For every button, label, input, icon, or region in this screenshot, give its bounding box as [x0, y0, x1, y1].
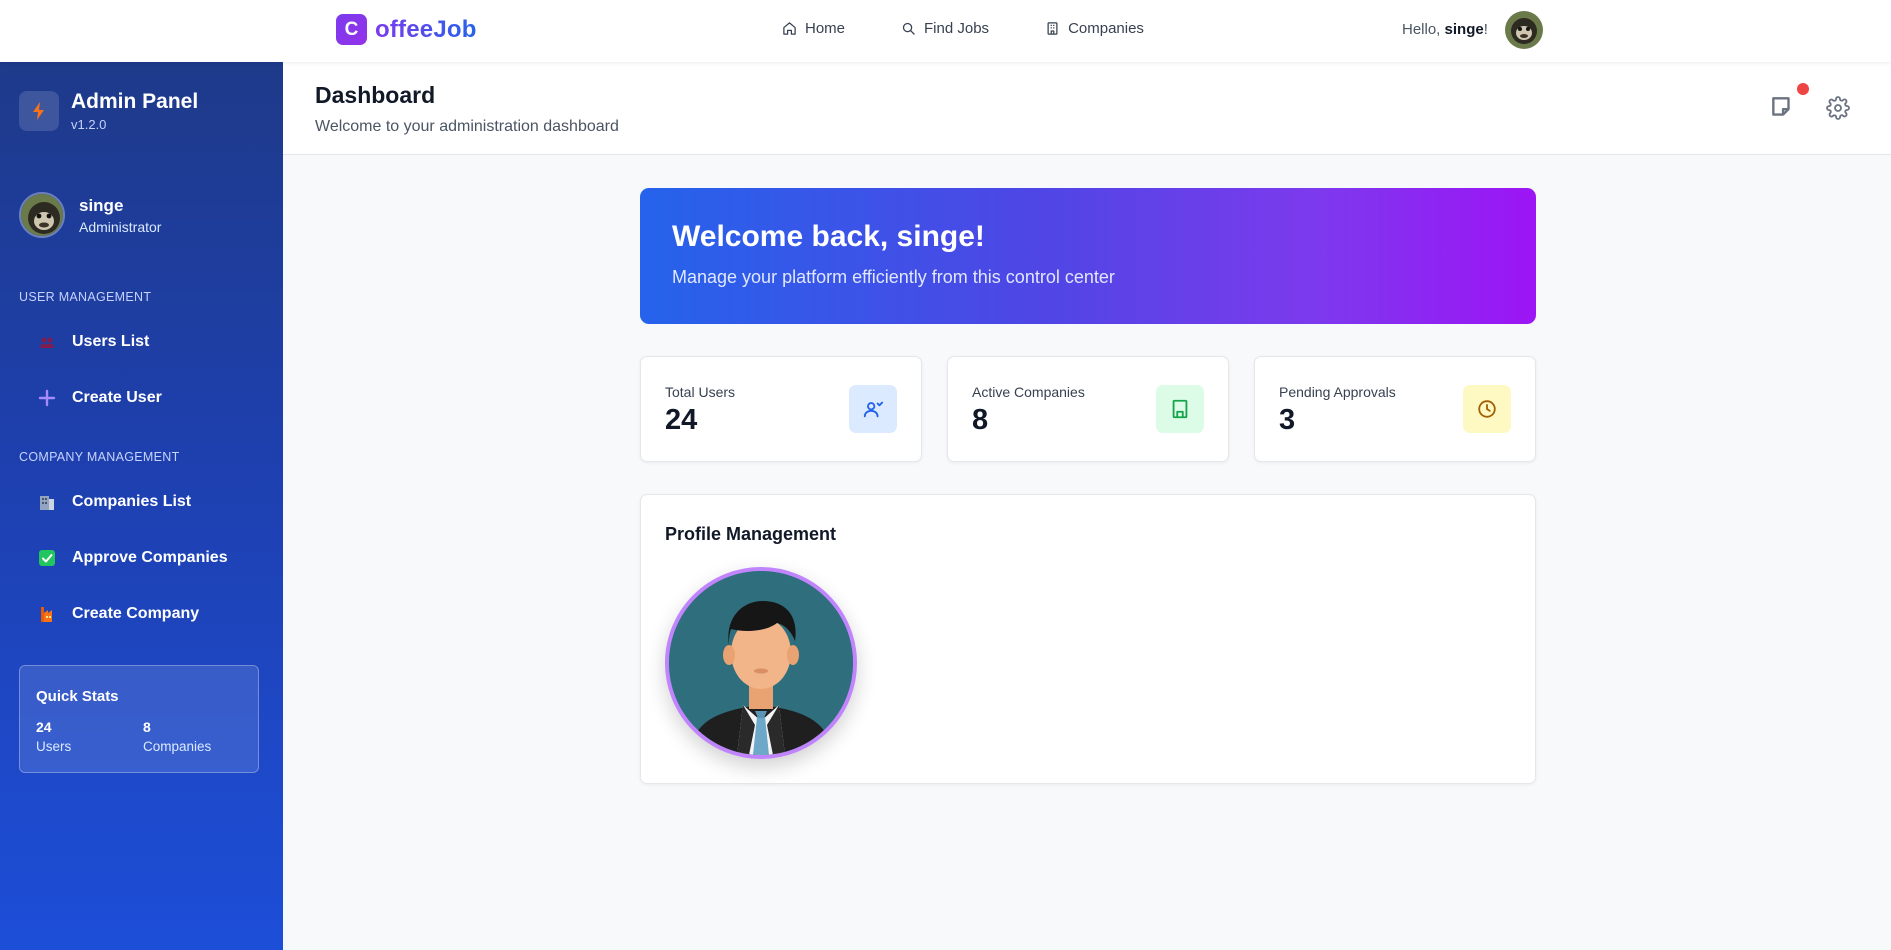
- nav-find-jobs[interactable]: Find Jobs: [901, 20, 989, 37]
- building-icon: [1047, 22, 1058, 35]
- sidebar-item-create-company[interactable]: Create Company: [38, 605, 199, 623]
- stat-card-pending-approvals[interactable]: Pending Approvals 3: [1254, 356, 1536, 462]
- gear-icon[interactable]: [1826, 96, 1850, 120]
- profile-management-card: Profile Management: [640, 494, 1536, 784]
- stat-card-total-users[interactable]: Total Users 24: [640, 356, 922, 462]
- page-header: Dashboard Welcome to your administration…: [283, 62, 1891, 155]
- sidebar-item-create-user[interactable]: Create User: [38, 389, 162, 407]
- quick-stats-companies-label: Companies: [143, 739, 212, 754]
- nav-find-jobs-label: Find Jobs: [924, 20, 990, 37]
- quick-stats-users-label: Users: [36, 739, 72, 754]
- users-icon: [849, 385, 897, 433]
- people-icon: [38, 333, 56, 351]
- page-subtitle: Welcome to your administration dashboard: [315, 118, 619, 135]
- brand-name: offeeJob: [375, 15, 477, 43]
- sidebar-item-label: Create User: [72, 389, 162, 406]
- greeting-suffix: !: [1483, 21, 1488, 38]
- sidebar-item-companies-list[interactable]: Companies List: [38, 493, 191, 511]
- clock-icon: [1463, 385, 1511, 433]
- main-nav: Home Find Jobs Companies: [782, 20, 1144, 37]
- profile-title: Profile Management: [665, 524, 837, 544]
- stat-label: Total Users: [665, 384, 736, 400]
- admin-sidebar: Admin Panel v1.2.0 singe Administrator U…: [0, 62, 283, 950]
- profile-picture[interactable]: [665, 567, 857, 759]
- page-title: Dashboard: [315, 82, 436, 108]
- sidebar-avatar[interactable]: [19, 192, 65, 238]
- nav-home[interactable]: Home: [782, 20, 845, 37]
- sidebar-title: Admin Panel: [71, 90, 199, 113]
- stat-label: Active Companies: [972, 384, 1085, 400]
- stat-value: 3: [1279, 404, 1296, 436]
- lightning-icon: [33, 102, 44, 120]
- welcome-banner: Welcome back, singe! Manage your platfor…: [640, 188, 1536, 324]
- nav-companies[interactable]: Companies: [1045, 20, 1144, 37]
- home-icon: [783, 22, 796, 35]
- quick-stats-card: Quick Stats 24 Users 8 Companies: [19, 665, 259, 773]
- sidebar-version: v1.2.0: [71, 117, 107, 132]
- section-company-management: COMPANY MANAGEMENT: [19, 450, 180, 464]
- top-navbar: C offeeJob Home Find Jobs Companies Hell…: [0, 0, 1891, 62]
- check-box-icon: [38, 549, 56, 567]
- brand-logo-badge: C: [336, 14, 367, 45]
- factory-icon: [38, 605, 56, 623]
- nav-home-label: Home: [805, 20, 846, 37]
- user-avatar[interactable]: [1505, 11, 1543, 49]
- building-icon: [1156, 385, 1204, 433]
- sidebar-item-label: Users List: [72, 333, 150, 350]
- search-icon: [902, 22, 915, 35]
- stat-label: Pending Approvals: [1279, 384, 1396, 400]
- nav-companies-label: Companies: [1068, 20, 1144, 37]
- brand-logo[interactable]: C offeeJob: [336, 14, 477, 45]
- sidebar-username: singe: [79, 196, 124, 215]
- notification-icon[interactable]: [1769, 94, 1795, 120]
- plus-icon: [38, 389, 56, 407]
- quick-stats-title: Quick Stats: [36, 688, 119, 705]
- sidebar-item-approve-companies[interactable]: Approve Companies: [38, 549, 228, 567]
- quick-stats-companies-value: 8: [143, 719, 151, 735]
- admin-logo: [19, 91, 59, 131]
- welcome-subtitle: Manage your platform efficiently from th…: [672, 267, 1115, 287]
- sidebar-item-label: Approve Companies: [72, 549, 228, 566]
- sidebar-item-label: Create Company: [72, 605, 200, 622]
- office-building-icon: [38, 493, 56, 511]
- sidebar-item-users-list[interactable]: Users List: [38, 333, 149, 351]
- sidebar-item-label: Companies List: [72, 493, 192, 510]
- stat-card-active-companies[interactable]: Active Companies 8: [947, 356, 1229, 462]
- stat-value: 24: [665, 404, 698, 436]
- section-user-management: USER MANAGEMENT: [19, 290, 152, 304]
- welcome-title: Welcome back, singe!: [672, 220, 985, 253]
- greeting-username: singe: [1444, 21, 1484, 38]
- sidebar-user-role: Administrator: [79, 219, 162, 235]
- notification-badge: [1797, 83, 1809, 95]
- user-greeting: Hello, singe!: [1402, 21, 1488, 38]
- stat-value: 8: [972, 404, 989, 436]
- quick-stats-users-value: 24: [36, 719, 52, 735]
- greeting-prefix: Hello,: [1402, 21, 1445, 38]
